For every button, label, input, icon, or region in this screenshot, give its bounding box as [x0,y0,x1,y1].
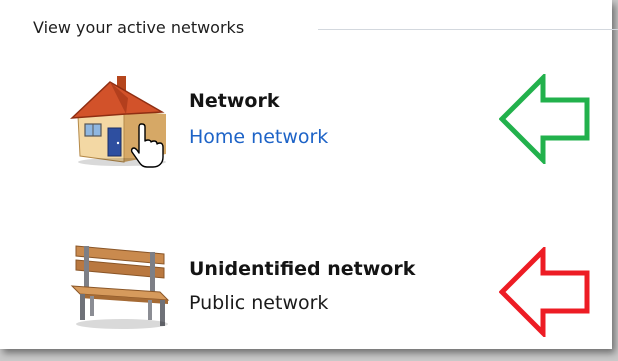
green-arrow-annotation [499,74,590,164]
bench-icon [70,245,170,329]
section-divider [318,29,618,30]
active-networks-panel: View your active networks Network Home n… [0,0,618,349]
red-arrow-annotation [499,247,590,337]
home-icon [70,76,166,168]
network-name: Network [189,90,280,112]
section-header: View your active networks [33,18,245,37]
network-name: Unidentified network [189,258,416,280]
network-type: Public network [189,292,329,314]
network-type-link[interactable]: Home network [189,126,328,148]
